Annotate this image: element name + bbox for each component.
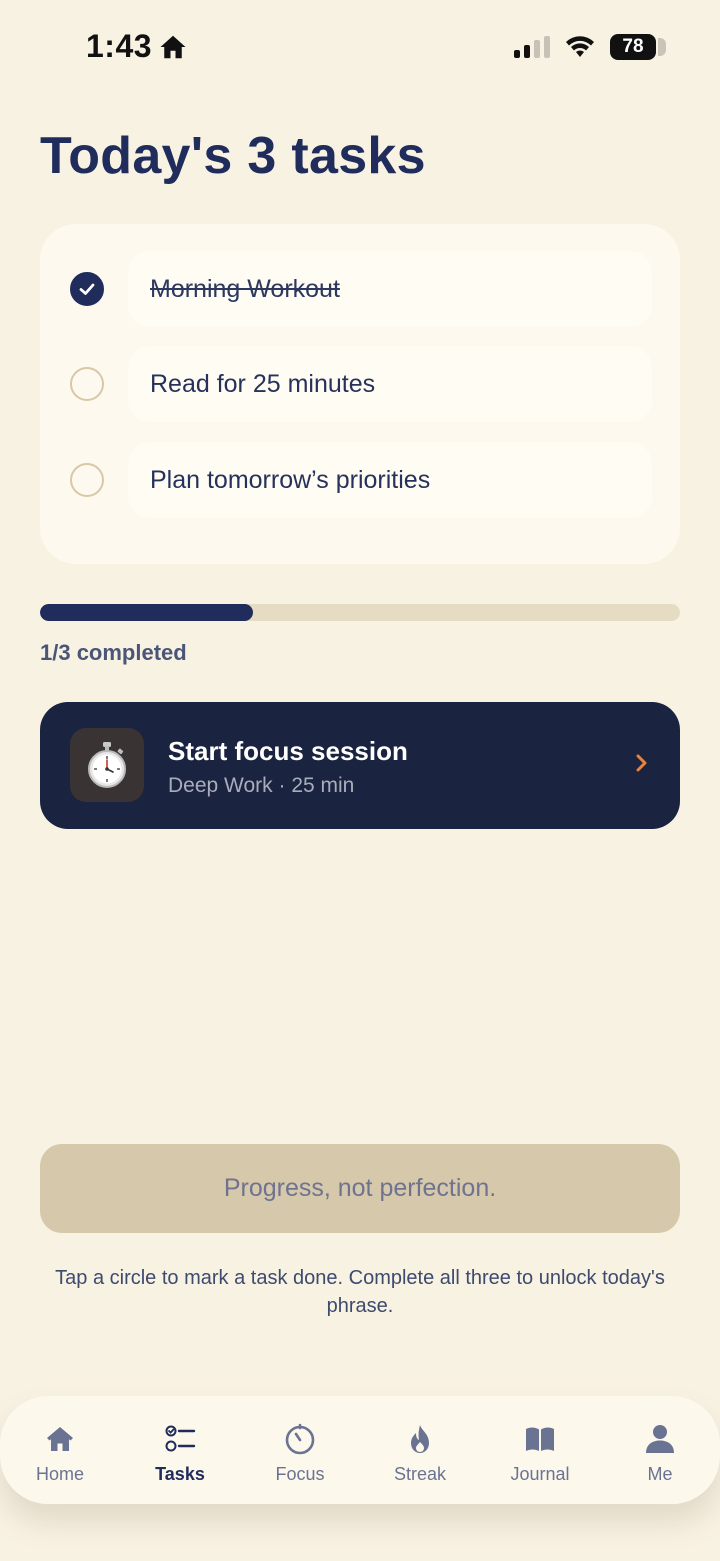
focus-timer-icon (285, 1423, 315, 1455)
clock-text: 1:43 (86, 28, 153, 64)
stopwatch-icon (70, 728, 144, 802)
daily-phrase-banner: Progress, not perfection. (40, 1144, 680, 1233)
tasks-icon (165, 1425, 196, 1452)
flame-icon (411, 1425, 429, 1453)
task-checkbox[interactable] (70, 463, 104, 497)
task-row: Read for 25 minutes (70, 346, 652, 422)
tab-label: Streak (393, 1464, 447, 1484)
progress-bar-fill (40, 604, 254, 621)
task-label[interactable]: Morning Workout (128, 251, 652, 327)
tab-journal[interactable]: Journal (480, 1396, 600, 1504)
tab-streak[interactable]: Streak (360, 1396, 480, 1504)
battery-icon: 78 (610, 34, 666, 60)
task-checkbox[interactable] (70, 367, 104, 401)
task-checkbox-checked[interactable] (70, 272, 104, 306)
task-row: Plan tomorrow’s priorities (70, 442, 652, 518)
wifi-icon (566, 36, 594, 57)
start-focus-session-button[interactable]: Start focus session Deep Work · 25 min (40, 702, 680, 829)
home-status-icon (160, 35, 186, 58)
task-list-card: Morning Workout Read for 25 minutes Plan… (40, 224, 680, 564)
tab-label: Home (35, 1464, 84, 1484)
hint-text: Tap a circle to mark a task done. Comple… (55, 1267, 665, 1317)
task-label[interactable]: Read for 25 minutes (128, 346, 652, 422)
status-indicators: 78 (514, 34, 666, 60)
tab-focus[interactable]: Focus (240, 1396, 360, 1504)
chevron-right-icon (636, 754, 647, 772)
bottom-tab-bar: Home Tasks Focus Streak Journal Me (0, 1396, 720, 1504)
tab-label: Me (647, 1464, 673, 1484)
tab-label: Tasks (155, 1464, 205, 1484)
tab-tasks[interactable]: Tasks (120, 1396, 240, 1504)
progress-bar (40, 604, 680, 621)
status-bar: 1:43 78 (0, 0, 720, 96)
book-icon (526, 1427, 554, 1451)
daily-phrase-text: Progress, not perfection. (223, 1174, 497, 1202)
status-time: 1:43 (86, 28, 188, 65)
home-icon (47, 1427, 73, 1451)
checkmark-icon (79, 283, 95, 295)
tab-home[interactable]: Home (0, 1396, 120, 1504)
battery-level: 78 (622, 36, 644, 57)
tab-label: Focus (275, 1464, 325, 1484)
task-row: Morning Workout (70, 251, 652, 327)
tab-me[interactable]: Me (600, 1396, 720, 1504)
cellular-signal-icon (514, 36, 550, 58)
focus-session-subtitle: Deep Work · 25 min (168, 774, 355, 797)
tab-label: Journal (510, 1464, 570, 1484)
page-title: Today's 3 tasks (40, 127, 426, 185)
person-icon (646, 1425, 674, 1453)
progress-label: 1/3 completed (40, 640, 187, 665)
focus-session-title: Start focus session (168, 736, 408, 766)
task-label[interactable]: Plan tomorrow’s priorities (128, 442, 652, 518)
